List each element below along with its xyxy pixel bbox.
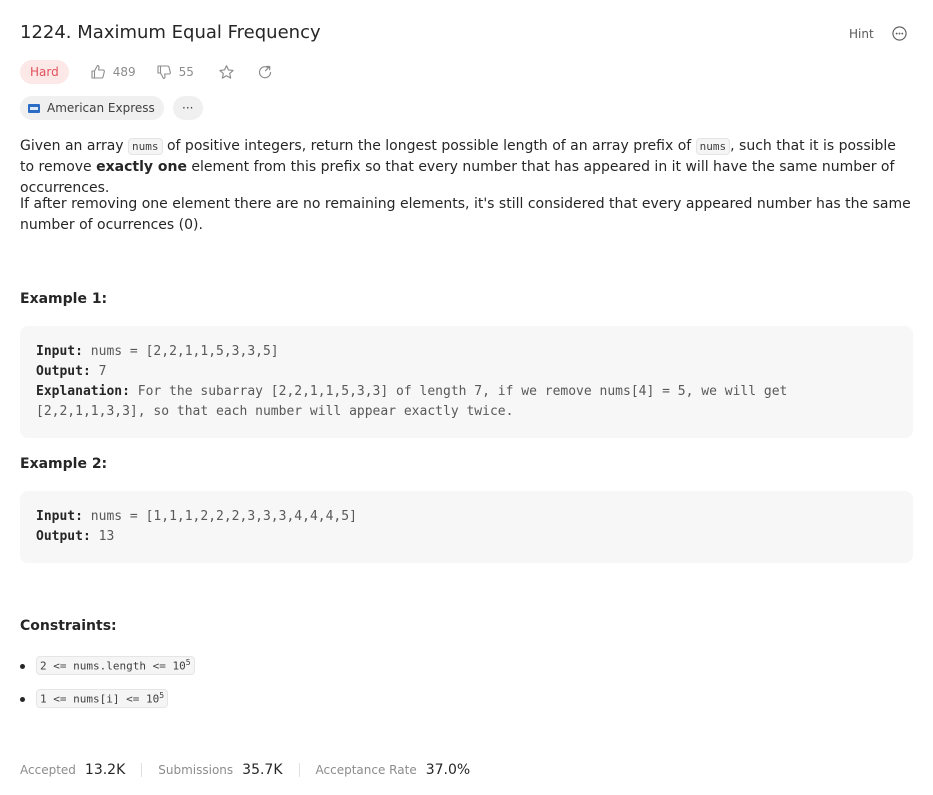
company-tags: American Express ··· (20, 96, 203, 120)
description-paragraph-2: If after removing one element there are … (20, 196, 911, 233)
accepted-label: Accepted (20, 763, 76, 777)
explanation-label: Explanation: (36, 384, 130, 399)
more-companies-button[interactable]: ··· (172, 96, 203, 120)
input-value: nums = [1,1,1,2,2,2,3,3,3,4,4,4,5] (90, 509, 357, 524)
problem-title: 1224. Maximum Equal Frequency (20, 22, 321, 43)
output-value: 13 (98, 529, 115, 544)
star-icon[interactable] (218, 64, 235, 81)
constraints-heading: Constraints: (20, 618, 117, 634)
output-label: Output: (36, 529, 91, 544)
problem-meta-row: Hard 489 55 (20, 59, 273, 85)
input-label: Input: (36, 509, 83, 524)
input-label: Input: (36, 344, 83, 359)
emphasis: exactly one (96, 159, 187, 175)
example-2-heading: Example 2: (20, 456, 108, 472)
constraint-exponent: 5 (159, 691, 165, 700)
constraint-exponent: 5 (185, 658, 191, 667)
constraint-code: 2 <= nums.length <= 105 (36, 656, 195, 675)
constraint-item: 2 <= nums.length <= 105 (20, 656, 195, 689)
constraint-text: 2 <= nums.length <= 10 (40, 659, 186, 673)
difficulty-badge: Hard (20, 60, 69, 84)
description-paragraph-1: Given an array nums of positive integers… (20, 136, 913, 199)
like-button[interactable]: 489 (90, 64, 136, 80)
thumbs-up-icon (91, 64, 105, 79)
constraint-text: 1 <= nums[i] <= 10 (40, 692, 160, 706)
example-1-heading: Example 1: (20, 291, 108, 307)
output-value: 7 (98, 364, 107, 379)
constraint-code: 1 <= nums[i] <= 105 (36, 689, 169, 708)
submissions-value: 35.7K (242, 762, 283, 778)
dislike-count: 55 (178, 65, 194, 79)
explanation-text: For the subarray [2,2,1,1,5,3,3] of leng… (137, 384, 788, 399)
submissions-label: Submissions (158, 763, 234, 777)
example-2-block: Input: nums = [1,1,1,2,2,2,3,3,3,4,4,4,5… (20, 491, 913, 563)
input-value: nums = [2,2,1,1,5,3,3,5] (90, 344, 279, 359)
share-icon[interactable] (257, 64, 273, 80)
constraint-item: 1 <= nums[i] <= 105 (20, 689, 195, 722)
example-1-block: Input: nums = [2,2,1,1,5,3,3,5] Output: … (20, 326, 913, 438)
inline-code: nums (128, 138, 163, 155)
inline-code: nums (695, 138, 731, 155)
divider (298, 763, 300, 777)
text: of positive integers, return the longest… (162, 138, 696, 154)
divider (141, 763, 143, 777)
output-label: Output: (36, 364, 91, 379)
explanation-text-cont: [2,2,1,1,3,3], so that each number will … (36, 404, 514, 419)
american-express-logo (28, 103, 40, 113)
acceptance-rate-label: Acceptance Rate (315, 763, 417, 777)
hint-button[interactable]: Hint (849, 27, 874, 41)
more-options-icon[interactable] (892, 26, 907, 41)
accepted-value: 13.2K (84, 762, 126, 778)
constraints-list: 2 <= nums.length <= 105 1 <= nums[i] <= … (20, 656, 195, 722)
company-tag[interactable]: American Express (20, 96, 164, 120)
company-name: American Express (47, 101, 155, 115)
like-count: 489 (112, 65, 136, 79)
thumbs-down-icon (157, 65, 171, 80)
dislike-button[interactable]: 55 (156, 64, 194, 80)
text: Given an array (20, 138, 129, 154)
submission-stats: Accepted 13.2K Submissions 35.7K Accepta… (20, 762, 470, 778)
acceptance-rate-value: 37.0% (425, 762, 471, 778)
